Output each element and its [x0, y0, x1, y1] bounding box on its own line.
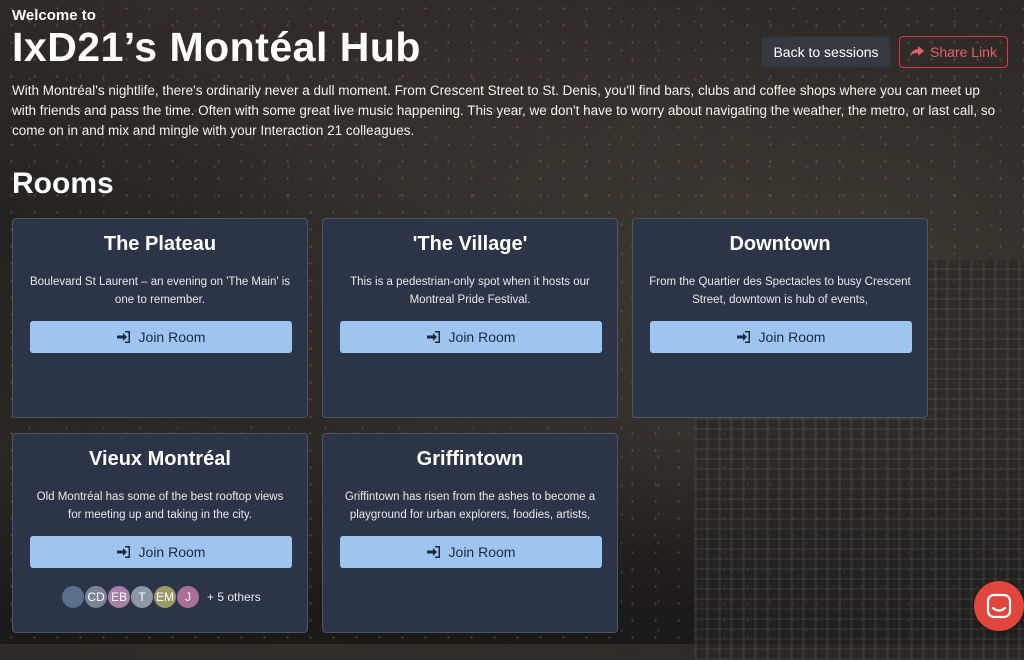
sign-in-icon: [116, 546, 130, 558]
join-room-label: Join Room: [448, 329, 516, 345]
join-room-button[interactable]: Join Room: [340, 321, 602, 353]
room-card-plateau: The Plateau Boulevard St Laurent – an ev…: [12, 218, 308, 418]
avatar-initials: EB: [110, 590, 127, 604]
join-room-label: Join Room: [138, 544, 206, 560]
join-room-button[interactable]: Join Room: [340, 536, 602, 568]
avatar[interactable]: EB: [107, 585, 131, 609]
back-to-sessions-button[interactable]: Back to sessions: [761, 36, 891, 68]
avatar[interactable]: EM: [153, 585, 177, 609]
rooms-heading: Rooms: [12, 167, 114, 200]
participant-avatars: CD EB T EM J + 5 others: [61, 585, 261, 609]
room-description: From the Quartier des Spectacles to busy…: [649, 276, 911, 306]
room-title: Downtown: [729, 233, 831, 255]
avatar-initials: J: [185, 590, 191, 604]
room-description: Boulevard St Laurent – an evening on 'Th…: [29, 276, 291, 306]
room-title: The Plateau: [103, 233, 217, 255]
avatar-initials: EM: [156, 590, 174, 604]
sign-in-icon: [116, 331, 130, 343]
intro-paragraph: With Montréal's nightlife, there's ordin…: [12, 83, 996, 138]
sign-in-icon: [736, 331, 750, 343]
avatar[interactable]: CD: [84, 585, 108, 609]
join-room-button[interactable]: Join Room: [650, 321, 912, 353]
chat-icon: [986, 593, 1012, 619]
join-room-label: Join Room: [758, 329, 826, 345]
room-description: Old Montréal has some of the best roofto…: [36, 491, 284, 521]
room-card-griffintown: Griffintown Griffintown has risen from t…: [322, 433, 618, 633]
room-title: 'The Village': [412, 233, 528, 255]
room-title: Vieux Montréal: [89, 448, 231, 470]
avatar-initials: T: [138, 590, 146, 604]
share-link-label: Share Link: [930, 44, 997, 60]
room-card-downtown: Downtown From the Quartier des Spectacle…: [632, 218, 928, 418]
share-link-button[interactable]: Share Link: [899, 36, 1008, 68]
avatar[interactable]: [61, 585, 85, 609]
join-room-button[interactable]: Join Room: [30, 536, 292, 568]
room-title: Griffintown: [416, 448, 524, 470]
join-room-label: Join Room: [138, 329, 206, 345]
chat-widget-button[interactable]: [974, 581, 1024, 631]
avatar[interactable]: J: [176, 585, 200, 609]
share-icon: [910, 46, 925, 57]
room-description: Griffintown has risen from the ashes to …: [344, 491, 596, 521]
avatar[interactable]: T: [130, 585, 154, 609]
join-room-button[interactable]: Join Room: [30, 321, 292, 353]
page-title: IxD21’s Montéal Hub: [12, 24, 421, 70]
sign-in-icon: [426, 331, 440, 343]
join-room-label: Join Room: [448, 544, 516, 560]
sign-in-icon: [426, 546, 440, 558]
room-card-village: 'The Village' This is a pedestrian-only …: [322, 218, 618, 418]
avatar-initials: CD: [87, 590, 105, 604]
room-description: This is a pedestrian-only spot when it h…: [350, 276, 590, 306]
others-count: + 5 others: [207, 590, 261, 604]
room-card-vieux-montreal: Vieux Montréal Old Montréal has some of …: [12, 433, 308, 633]
welcome-text: Welcome to: [12, 7, 96, 24]
